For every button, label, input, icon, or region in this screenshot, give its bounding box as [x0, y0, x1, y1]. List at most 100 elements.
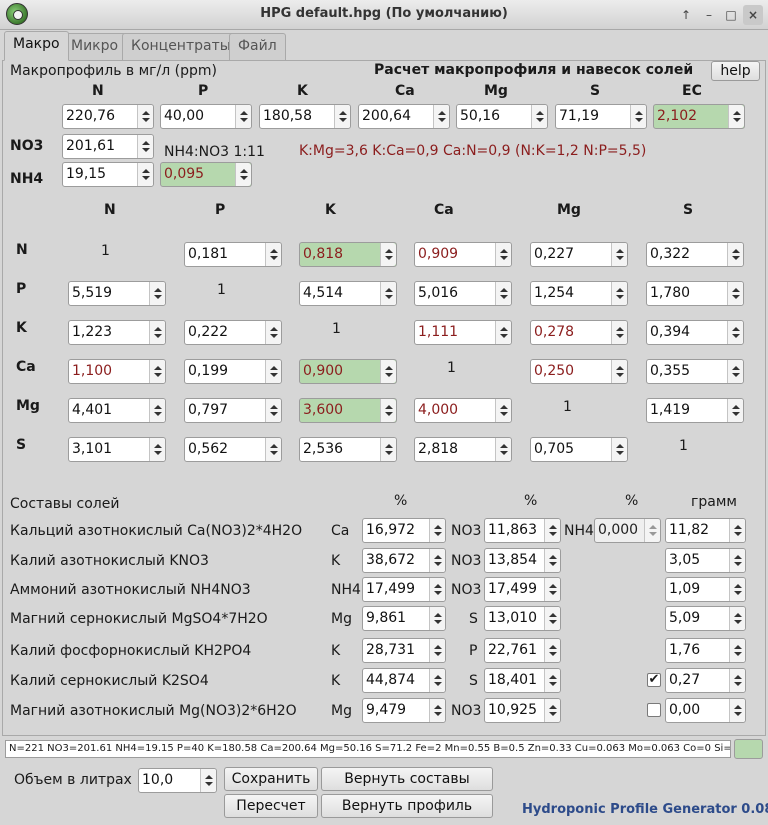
spin-arrows[interactable] — [495, 282, 511, 305]
spin-arrows[interactable] — [729, 639, 745, 662]
ratio-ca-p-spinbox[interactable]: 0,199 — [184, 359, 282, 384]
spin-arrows[interactable] — [137, 135, 153, 158]
minimize-button[interactable]: – — [699, 5, 719, 25]
spin-arrows[interactable] — [429, 699, 445, 722]
ratio-n-p-spinbox[interactable]: 0,181 — [184, 242, 282, 267]
salt-pct2-spinbox[interactable]: 13,854 — [484, 548, 561, 573]
spin-arrows[interactable] — [265, 399, 281, 422]
ratio-n-ca-spinbox[interactable]: 0,909 — [414, 242, 512, 267]
spin-arrows[interactable] — [429, 607, 445, 630]
ratio-n-mg-spinbox[interactable]: 0,227 — [530, 242, 628, 267]
salt-pct1-spinbox[interactable]: 28,731 — [362, 638, 446, 663]
ratio-n-k-spinbox[interactable]: 0,818 — [299, 242, 397, 267]
spin-arrows[interactable] — [495, 438, 511, 461]
spin-arrows[interactable] — [149, 360, 165, 383]
ratio-mg-k-spinbox[interactable]: 3,600 — [299, 398, 397, 423]
ratio-k-n-spinbox[interactable]: 1,223 — [68, 320, 166, 345]
volume-spinbox[interactable]: 10,0 — [138, 768, 217, 793]
ratio-k-mg-spinbox[interactable]: 0,278 — [530, 320, 628, 345]
salt-pct3-spinbox[interactable]: 0,000 — [594, 518, 661, 543]
nh4-spinbox[interactable]: 19,15 — [62, 162, 154, 187]
spin-arrows[interactable] — [429, 639, 445, 662]
spin-arrows[interactable] — [429, 578, 445, 601]
macro-n-spinbox[interactable]: 220,76 — [62, 104, 154, 129]
spin-arrows[interactable] — [235, 105, 251, 128]
spin-arrows[interactable] — [727, 360, 743, 383]
spin-arrows[interactable] — [531, 105, 547, 128]
spin-arrows[interactable] — [611, 243, 627, 266]
spin-arrows[interactable] — [380, 282, 396, 305]
ratio-p-n-spinbox[interactable]: 5,519 — [68, 281, 166, 306]
spin-arrows[interactable] — [630, 105, 646, 128]
revert-salts-button[interactable]: Вернуть составы — [321, 767, 493, 791]
ratio-p-ca-spinbox[interactable]: 5,016 — [414, 281, 512, 306]
revert-profile-button[interactable]: Вернуть профиль — [321, 794, 493, 818]
spin-arrows[interactable] — [727, 399, 743, 422]
spin-arrows[interactable] — [380, 243, 396, 266]
spin-arrows[interactable] — [729, 607, 745, 630]
salt-pct1-spinbox[interactable]: 9,861 — [362, 606, 446, 631]
spin-arrows[interactable] — [265, 360, 281, 383]
ratio-ca-n-spinbox[interactable]: 1,100 — [68, 359, 166, 384]
spin-arrows[interactable] — [149, 438, 165, 461]
ratio-k-ca-spinbox[interactable]: 1,111 — [414, 320, 512, 345]
spin-arrows[interactable] — [729, 699, 745, 722]
spin-arrows[interactable] — [149, 399, 165, 422]
spin-arrows[interactable] — [727, 243, 743, 266]
spin-arrows[interactable] — [200, 769, 216, 792]
macro-k-spinbox[interactable]: 180,58 — [259, 104, 351, 129]
ratio-n-s-spinbox[interactable]: 0,322 — [646, 242, 744, 267]
salt-grams-spinbox[interactable]: 0,27 — [665, 668, 746, 693]
salt-pct2-spinbox[interactable]: 22,761 — [484, 638, 561, 663]
ratio-s-p-spinbox[interactable]: 0,562 — [184, 437, 282, 462]
spin-arrows[interactable] — [729, 519, 745, 542]
spin-arrows[interactable] — [429, 549, 445, 572]
salt-pct1-spinbox[interactable]: 9,479 — [362, 698, 446, 723]
ratio-p-s-spinbox[interactable]: 1,780 — [646, 281, 744, 306]
spin-arrows[interactable] — [727, 321, 743, 344]
spin-arrows[interactable] — [265, 243, 281, 266]
ratio-p-mg-spinbox[interactable]: 1,254 — [530, 281, 628, 306]
spin-arrows[interactable] — [380, 438, 396, 461]
salt-enable-checkbox[interactable] — [647, 703, 661, 717]
salt-pct1-spinbox[interactable]: 17,499 — [362, 577, 446, 602]
spin-arrows[interactable] — [235, 163, 251, 186]
ratio-mg-ca-spinbox[interactable]: 4,000 — [414, 398, 512, 423]
ratio-s-n-spinbox[interactable]: 3,101 — [68, 437, 166, 462]
macro-mg-spinbox[interactable]: 50,16 — [456, 104, 548, 129]
spin-arrows[interactable] — [137, 163, 153, 186]
spin-arrows[interactable] — [334, 105, 350, 128]
macro-s-spinbox[interactable]: 71,19 — [555, 104, 647, 129]
spin-arrows[interactable] — [544, 639, 560, 662]
salt-pct2-spinbox[interactable]: 17,499 — [484, 577, 561, 602]
spin-arrows[interactable] — [433, 105, 449, 128]
save-button[interactable]: Сохранить — [224, 767, 318, 791]
spin-arrows[interactable] — [544, 519, 560, 542]
spin-arrows[interactable] — [727, 282, 743, 305]
ratio-s-k-spinbox[interactable]: 2,536 — [299, 437, 397, 462]
salt-pct2-spinbox[interactable]: 13,010 — [484, 606, 561, 631]
ratio-p-k-spinbox[interactable]: 4,514 — [299, 281, 397, 306]
ratio-k-p-spinbox[interactable]: 0,222 — [184, 320, 282, 345]
spin-arrows[interactable] — [729, 669, 745, 692]
salt-pct1-spinbox[interactable]: 16,972 — [362, 518, 446, 543]
spin-arrows[interactable] — [611, 438, 627, 461]
macro-ca-spinbox[interactable]: 200,64 — [358, 104, 450, 129]
spin-arrows[interactable] — [137, 105, 153, 128]
spin-arrows[interactable] — [495, 399, 511, 422]
salt-grams-spinbox[interactable]: 11,82 — [665, 518, 746, 543]
spin-arrows[interactable] — [380, 360, 396, 383]
spin-arrows[interactable] — [380, 399, 396, 422]
ratio-mg-s-spinbox[interactable]: 1,419 — [646, 398, 744, 423]
spin-arrows[interactable] — [544, 699, 560, 722]
ratio-ca-s-spinbox[interactable]: 0,355 — [646, 359, 744, 384]
spin-arrows[interactable] — [544, 669, 560, 692]
spin-arrows[interactable] — [429, 519, 445, 542]
keep-above-button[interactable]: ↑ — [676, 5, 696, 25]
tab-micro[interactable]: Микро — [62, 33, 128, 60]
salt-pct2-spinbox[interactable]: 18,401 — [484, 668, 561, 693]
ratio-mg-p-spinbox[interactable]: 0,797 — [184, 398, 282, 423]
spin-arrows[interactable] — [729, 549, 745, 572]
macro-ec-spinbox[interactable]: 2,102 — [653, 104, 745, 129]
spin-arrows[interactable] — [265, 321, 281, 344]
